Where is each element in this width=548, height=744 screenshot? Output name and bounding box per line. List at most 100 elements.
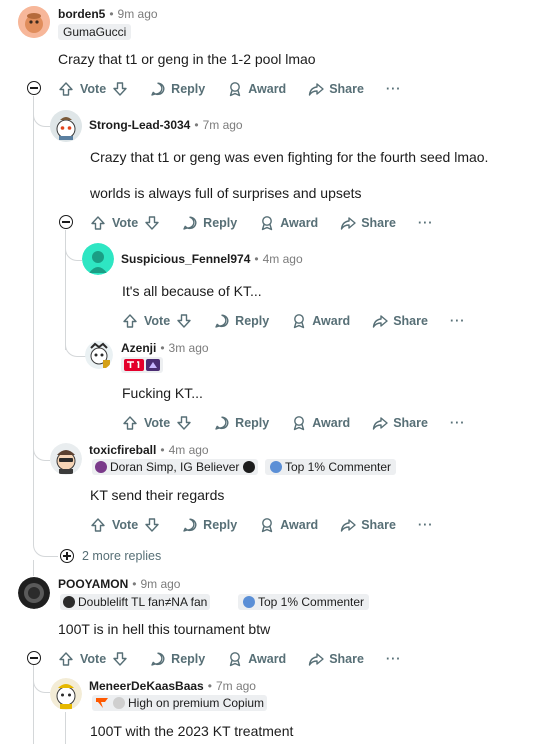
share-button[interactable]: Share bbox=[308, 651, 364, 667]
award-label: Award bbox=[248, 652, 287, 666]
copium-icon bbox=[113, 697, 125, 709]
username[interactable]: Suspicious_Fennel974 bbox=[121, 252, 250, 266]
top-commenter-badge: Top 1% Commenter bbox=[238, 594, 370, 610]
avatar-icon bbox=[18, 577, 50, 609]
share-button[interactable]: Share bbox=[308, 81, 364, 97]
timestamp[interactable]: 9m ago bbox=[140, 577, 180, 591]
badge-icon bbox=[270, 461, 282, 473]
downvote-icon[interactable] bbox=[144, 517, 160, 533]
award-button[interactable]: Award bbox=[259, 215, 318, 231]
vote-group: Vote bbox=[90, 215, 160, 231]
upvote-icon[interactable] bbox=[90, 215, 106, 231]
ig-logo-icon bbox=[243, 461, 256, 473]
award-button[interactable]: Award bbox=[259, 517, 318, 533]
vote-group: Vote bbox=[58, 651, 128, 667]
award-icon bbox=[230, 82, 241, 97]
reply-button[interactable]: Reply bbox=[182, 517, 237, 533]
username[interactable]: toxicfireball bbox=[89, 443, 156, 457]
reply-label: Reply bbox=[235, 416, 270, 430]
more-options-button[interactable]: ··· bbox=[386, 652, 402, 666]
comment-text: Fucking KT... bbox=[122, 385, 203, 401]
award-button[interactable]: Award bbox=[227, 81, 286, 97]
reply-button[interactable]: Reply bbox=[182, 215, 237, 231]
collapse-button[interactable] bbox=[27, 81, 41, 95]
doublelift-icon bbox=[63, 596, 75, 608]
downvote-icon[interactable] bbox=[176, 415, 192, 431]
collapse-button[interactable] bbox=[27, 651, 41, 665]
separator-dot: • bbox=[160, 341, 165, 355]
upvote-icon[interactable] bbox=[122, 415, 138, 431]
more-options-button[interactable]: ··· bbox=[386, 82, 402, 96]
upvote-icon[interactable] bbox=[58, 81, 74, 97]
downvote-icon[interactable] bbox=[176, 313, 192, 329]
badge-text: Top 1% Commenter bbox=[258, 595, 365, 609]
upvote-icon[interactable] bbox=[122, 313, 138, 329]
thread-line bbox=[33, 560, 34, 576]
username[interactable]: MeneerDeKaasBaas bbox=[89, 679, 204, 693]
timestamp[interactable]: 7m ago bbox=[216, 679, 256, 693]
more-options-button[interactable]: ··· bbox=[418, 216, 434, 230]
vote-label: Vote bbox=[144, 416, 171, 430]
reply-button[interactable]: Reply bbox=[214, 313, 269, 329]
vote-group: Vote bbox=[122, 415, 192, 431]
award-button[interactable]: Award bbox=[227, 651, 286, 667]
downvote-icon[interactable] bbox=[112, 81, 128, 97]
avatar[interactable] bbox=[82, 243, 114, 275]
award-icon bbox=[294, 416, 305, 431]
expand-replies-icon[interactable] bbox=[60, 549, 74, 563]
more-options-button[interactable]: ··· bbox=[418, 518, 434, 532]
collapse-button[interactable] bbox=[59, 215, 73, 229]
timestamp[interactable]: 9m ago bbox=[118, 7, 158, 21]
username[interactable]: Azenji bbox=[121, 341, 156, 355]
timestamp[interactable]: 3m ago bbox=[169, 341, 209, 355]
reply-button[interactable]: Reply bbox=[150, 81, 205, 97]
avatar-icon bbox=[50, 443, 82, 475]
doran-icon bbox=[95, 461, 107, 473]
reply-button[interactable]: Reply bbox=[214, 415, 269, 431]
flair-text: Doublelift TL fan≠NA fan bbox=[78, 595, 208, 609]
more-options-button[interactable]: ··· bbox=[450, 314, 466, 328]
avatar[interactable] bbox=[18, 577, 50, 609]
reply-button[interactable]: Reply bbox=[150, 651, 205, 667]
share-label: Share bbox=[361, 216, 396, 230]
avatar[interactable] bbox=[50, 443, 82, 475]
avatar[interactable] bbox=[85, 340, 113, 370]
upvote-icon[interactable] bbox=[58, 651, 74, 667]
more-replies-link[interactable]: 2 more replies bbox=[82, 549, 161, 563]
more-options-button[interactable]: ··· bbox=[450, 416, 466, 430]
share-button[interactable]: Share bbox=[340, 517, 396, 533]
username[interactable]: borden5 bbox=[58, 7, 105, 21]
downvote-icon[interactable] bbox=[144, 215, 160, 231]
username[interactable]: POOYAMON bbox=[58, 577, 128, 591]
t1-logo-icon bbox=[124, 359, 144, 371]
award-label: Award bbox=[280, 518, 319, 532]
username[interactable]: Strong-Lead-3034 bbox=[89, 118, 190, 132]
share-button[interactable]: Share bbox=[372, 313, 428, 329]
flair-text: High on premium Copium bbox=[128, 696, 265, 710]
downvote-icon[interactable] bbox=[112, 651, 128, 667]
top-commenter-badge: Top 1% Commenter bbox=[265, 459, 397, 475]
thread-line[interactable] bbox=[33, 96, 34, 536]
separator-dot: • bbox=[207, 679, 212, 693]
comment-meta: Azenji • 3m ago bbox=[121, 341, 209, 355]
share-button[interactable]: Share bbox=[372, 415, 428, 431]
reply-icon bbox=[183, 216, 197, 230]
timestamp[interactable]: 4m ago bbox=[169, 443, 209, 457]
timestamp[interactable]: 7m ago bbox=[203, 118, 243, 132]
avatar-icon bbox=[18, 6, 50, 38]
badge-icon bbox=[243, 596, 255, 608]
avatar[interactable] bbox=[50, 110, 82, 142]
separator-dot: • bbox=[160, 443, 165, 457]
comment-meta: toxicfireball • 4m ago bbox=[89, 443, 209, 457]
avatar[interactable] bbox=[50, 678, 82, 710]
share-icon bbox=[309, 653, 324, 666]
share-icon bbox=[341, 217, 356, 230]
reply-label: Reply bbox=[235, 314, 270, 328]
fnatic-logo-icon bbox=[96, 698, 108, 708]
avatar[interactable] bbox=[18, 6, 50, 38]
timestamp[interactable]: 4m ago bbox=[263, 252, 303, 266]
share-button[interactable]: Share bbox=[340, 215, 396, 231]
award-button[interactable]: Award bbox=[291, 313, 350, 329]
upvote-icon[interactable] bbox=[90, 517, 106, 533]
award-button[interactable]: Award bbox=[291, 415, 350, 431]
